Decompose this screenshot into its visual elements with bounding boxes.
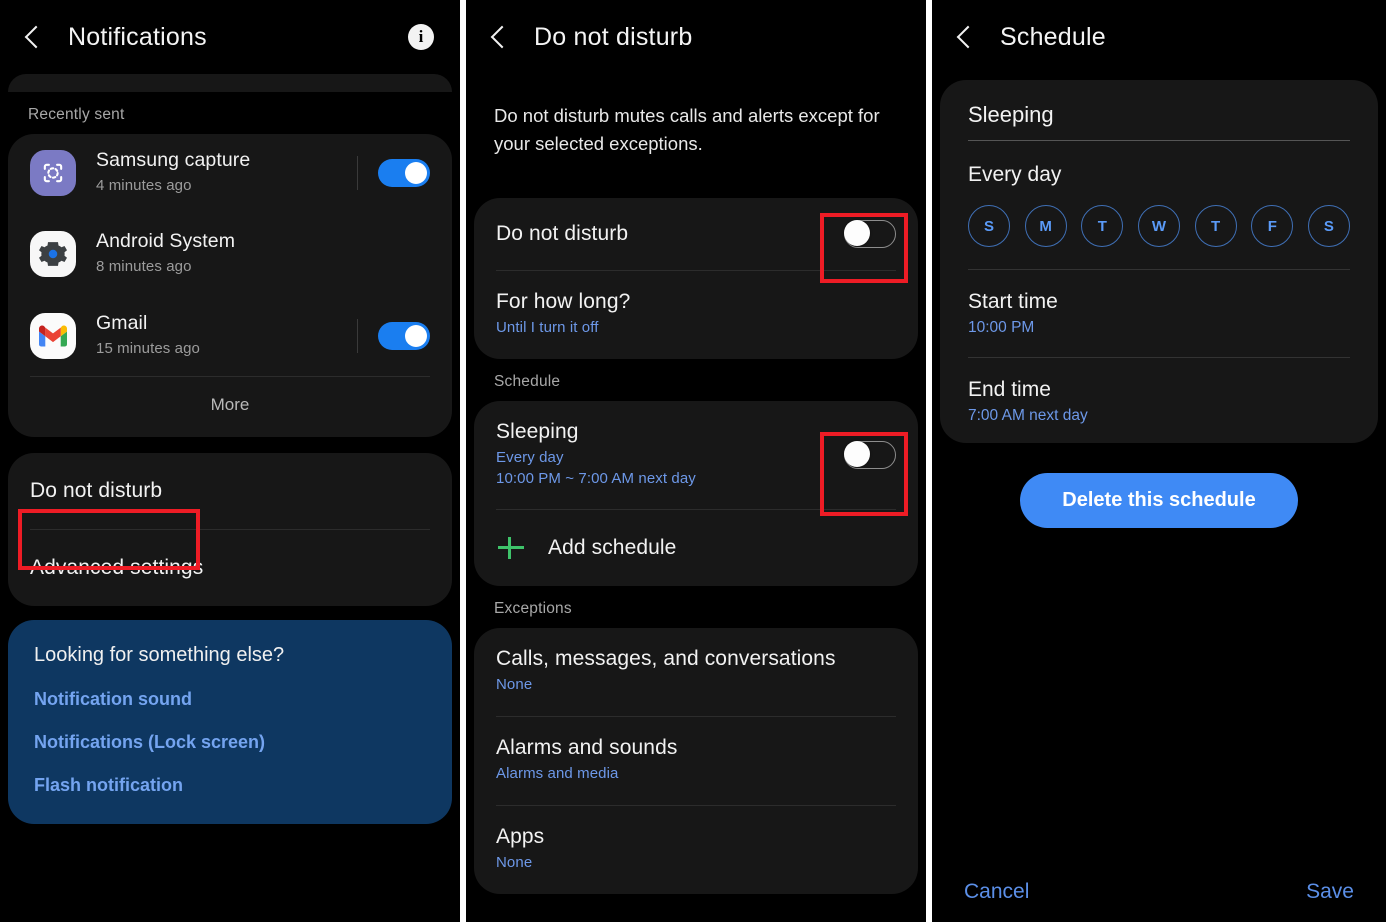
day-toggle-wed[interactable]: W (1137, 205, 1180, 247)
duration-label: For how long? (496, 290, 631, 314)
day-toggle-fri[interactable]: F (1251, 205, 1294, 247)
dnd-main-card: Do not disturb For how long? Until I tur… (474, 197, 918, 359)
app-name: Samsung capture (96, 149, 251, 172)
app-name: Gmail (96, 312, 148, 335)
back-icon[interactable] (484, 22, 514, 52)
end-time-value: 7:00 AM next day (968, 407, 1088, 424)
schedule-footer: Cancel Save (932, 880, 1386, 904)
plus-icon (496, 533, 526, 563)
schedule-section-label: Schedule (494, 372, 561, 390)
partial-card-top (8, 74, 452, 92)
end-time-row[interactable]: End time 7:00 AM next day (968, 358, 1350, 429)
panel-notifications: Notifications i Recently sent Samsung ca… (0, 0, 460, 922)
three-panel-screenshot: Notifications i Recently sent Samsung ca… (0, 0, 1386, 922)
app-time: 8 minutes ago (96, 258, 192, 276)
cancel-button[interactable]: Cancel (964, 880, 1029, 904)
promo-link-notifications-lock-screen[interactable]: Notifications (Lock screen) (34, 732, 426, 753)
delete-button-wrap: Delete this schedule (932, 473, 1386, 528)
samsung-capture-icon (30, 150, 76, 196)
repeat-label: Every day (968, 163, 1062, 186)
schedule-days: Every day (496, 448, 564, 466)
start-time-row[interactable]: Start time 10:00 PM (968, 270, 1350, 341)
panel-do-not-disturb: Do not disturb Do not disturb mutes call… (466, 0, 926, 922)
day-toggle-tue[interactable]: T (1081, 205, 1124, 247)
exception-item-apps[interactable]: Apps None (474, 806, 918, 894)
info-icon[interactable]: i (408, 24, 434, 50)
divider (357, 156, 358, 190)
gmail-icon (30, 313, 76, 359)
more-button[interactable]: More (8, 377, 452, 437)
android-system-gear-icon (30, 231, 76, 277)
page-title: Notifications (68, 22, 207, 51)
notifications-header: Notifications i (0, 0, 460, 74)
panel-schedule: Schedule Sleeping Every day S M T W T F … (932, 0, 1386, 922)
app-toggle[interactable] (378, 159, 430, 187)
exception-value: Alarms and media (496, 765, 619, 783)
recently-sent-label: Recently sent (28, 106, 125, 123)
day-selector: S M T W T F S (968, 205, 1350, 247)
exception-title: Apps (496, 825, 545, 849)
promo-card: Looking for something else? Notification… (8, 620, 452, 824)
app-time: 4 minutes ago (96, 177, 192, 195)
schedule-name-field[interactable]: Sleeping (968, 102, 1350, 141)
exception-value: None (496, 854, 533, 872)
exception-item-calls[interactable]: Calls, messages, and conversations None (474, 628, 918, 716)
app-time: 15 minutes ago (96, 340, 200, 358)
dnd-header: Do not disturb (466, 0, 926, 74)
schedule-toggle[interactable] (844, 440, 896, 469)
promo-heading: Looking for something else? (34, 644, 285, 666)
divider (357, 319, 358, 353)
settings-item-label: Advanced settings (30, 556, 204, 579)
schedule-card: Sleeping Every day 10:00 PM ~ 7:00 AM ne… (474, 400, 918, 586)
exception-title: Alarms and sounds (496, 736, 678, 760)
back-icon[interactable] (18, 22, 48, 52)
list-item[interactable]: Gmail 15 minutes ago (8, 296, 452, 376)
settings-item-label: Do not disturb (30, 479, 163, 502)
dnd-description: Do not disturb mutes calls and alerts ex… (494, 105, 880, 154)
dnd-label: Do not disturb (496, 221, 629, 245)
exceptions-section-label: Exceptions (494, 599, 572, 617)
add-schedule-button[interactable]: Add schedule (474, 510, 918, 586)
schedule-item-sleeping[interactable]: Sleeping Every day 10:00 PM ~ 7:00 AM ne… (474, 401, 918, 509)
start-time-label: Start time (968, 290, 1058, 313)
add-schedule-label: Add schedule (548, 535, 677, 559)
app-toggle[interactable] (378, 322, 430, 350)
schedule-name: Sleeping (496, 419, 579, 443)
schedule-header: Schedule (932, 0, 1386, 74)
dnd-toggle-row[interactable]: Do not disturb (474, 198, 918, 270)
dnd-toggle[interactable] (844, 219, 896, 248)
field-underline (968, 140, 1350, 141)
day-toggle-sun[interactable]: S (968, 205, 1010, 247)
day-toggle-sat[interactable]: S (1307, 205, 1350, 247)
schedule-name-value: Sleeping (968, 102, 1054, 127)
settings-card: Do not disturb Advanced settings (8, 453, 452, 606)
delete-schedule-button[interactable]: Delete this schedule (1020, 473, 1298, 528)
exception-value: None (496, 676, 533, 694)
exception-title: Calls, messages, and conversations (496, 647, 836, 671)
page-title: Do not disturb (534, 22, 693, 51)
app-name: Android System (96, 230, 236, 253)
settings-item-advanced-settings[interactable]: Advanced settings (8, 530, 452, 606)
list-item[interactable]: Samsung capture 4 minutes ago (8, 134, 452, 212)
promo-link-notification-sound[interactable]: Notification sound (34, 689, 426, 710)
exceptions-card: Calls, messages, and conversations None … (474, 627, 918, 894)
day-toggle-mon[interactable]: M (1024, 205, 1067, 247)
settings-item-do-not-disturb[interactable]: Do not disturb (8, 453, 452, 529)
end-time-label: End time (968, 378, 1051, 401)
promo-link-flash-notification[interactable]: Flash notification (34, 775, 426, 796)
list-item[interactable]: Android System 8 minutes ago (8, 212, 452, 296)
exception-item-alarms[interactable]: Alarms and sounds Alarms and media (474, 717, 918, 805)
recently-sent-card: Samsung capture 4 minutes ago Android Sy… (8, 134, 452, 437)
duration-row[interactable]: For how long? Until I turn it off (474, 271, 918, 359)
page-title: Schedule (1000, 22, 1106, 51)
schedule-detail-card: Sleeping Every day S M T W T F S Start t… (940, 80, 1378, 443)
back-icon[interactable] (950, 22, 980, 52)
day-toggle-thu[interactable]: T (1194, 205, 1237, 247)
duration-value: Until I turn it off (496, 319, 599, 337)
save-button[interactable]: Save (1306, 880, 1354, 904)
schedule-times: 10:00 PM ~ 7:00 AM next day (496, 470, 696, 487)
start-time-value: 10:00 PM (968, 319, 1035, 336)
